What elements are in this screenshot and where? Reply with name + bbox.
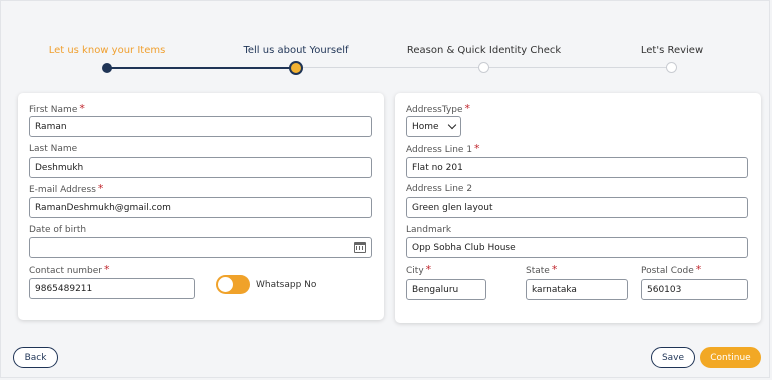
first-name-label: First Name * [29,102,85,115]
step-2-dot[interactable] [289,61,303,75]
last-name-label: Last Name [29,144,78,154]
step-3-label[interactable]: Reason & Quick Identity Check [407,45,561,56]
address-type-value: Home [412,121,439,132]
address-type-select[interactable]: Home [406,116,461,137]
required-marker: * [695,263,702,276]
step-4-label[interactable]: Let's Review [641,45,703,56]
dob-input[interactable] [29,237,372,258]
back-button[interactable]: Back [13,347,58,368]
address-line1-input[interactable]: Flat no 201 [406,157,748,178]
state-label: State * [526,263,558,276]
whatsapp-label: Whatsapp No [256,280,317,290]
email-label: E-mail Address * [29,182,104,195]
first-name-input[interactable]: Raman [29,116,372,137]
landmark-label: Landmark [406,225,452,235]
dob-label: Date of birth [29,225,87,235]
address-line1-label: Address Line 1 * [406,142,480,155]
calendar-icon[interactable] [354,242,366,253]
required-marker: * [97,182,104,195]
toggle-knob [218,277,233,292]
required-marker: * [551,263,558,276]
step-1-label[interactable]: Let us know your Items [49,45,166,56]
required-marker: * [104,263,110,276]
address-line2-label: Address Line 2 [406,184,473,194]
required-marker: * [425,263,432,276]
whatsapp-toggle[interactable] [216,275,250,294]
required-marker: * [474,142,480,155]
address-type-label: AddressType * [406,102,471,115]
chevron-down-icon [447,120,457,130]
step-4-dot[interactable] [666,62,677,73]
required-marker: * [79,102,85,115]
state-input[interactable]: karnataka [526,279,628,300]
step-3-dot[interactable] [478,62,489,73]
step-2-label[interactable]: Tell us about Yourself [243,45,348,56]
continue-button[interactable]: Continue [700,347,761,368]
last-name-input[interactable]: Deshmukh [29,157,372,178]
contact-number-label: Contact number * [29,263,110,276]
email-input[interactable]: RamanDeshmukh@gmail.com [29,197,372,218]
postal-code-label: Postal Code * [641,263,702,276]
contact-number-input[interactable]: 9865489211 [29,278,195,299]
address-line2-input[interactable]: Green glen layout [406,197,748,218]
city-label: City * [406,263,432,276]
required-marker: * [464,102,471,115]
landmark-input[interactable]: Opp Sobha Club House [406,237,748,258]
stepper-progress-line [107,67,296,69]
save-button[interactable]: Save [651,347,695,368]
step-1-dot[interactable] [102,63,112,73]
city-input[interactable]: Bengaluru [406,279,486,300]
postal-code-input[interactable]: 560103 [641,279,748,300]
